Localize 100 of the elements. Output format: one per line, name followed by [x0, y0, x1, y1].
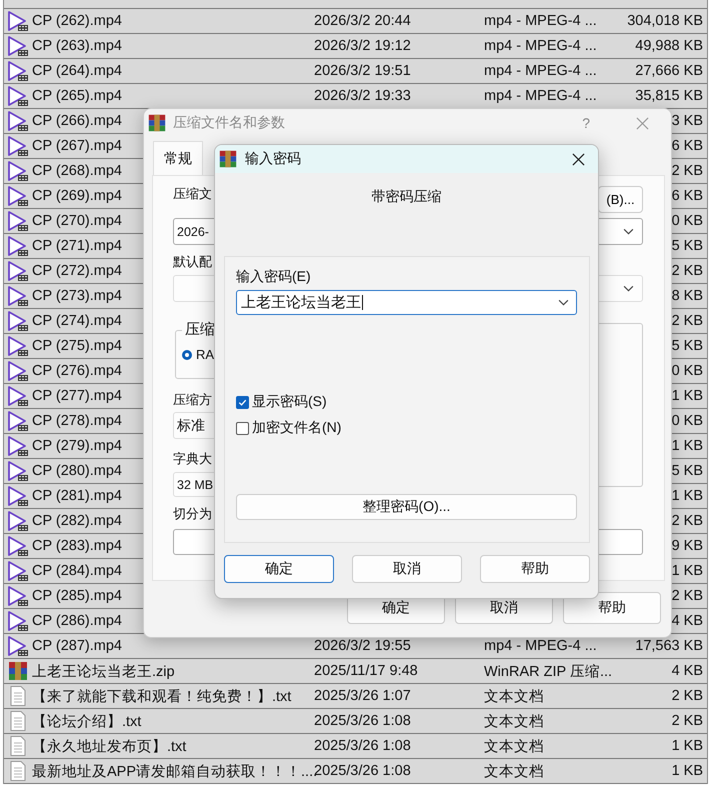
- dialog-button[interactable]: 确定: [224, 555, 334, 583]
- file-date: 2025/3/26 1:07: [314, 688, 411, 704]
- organize-passwords-button[interactable]: 整理密码(O)...: [236, 494, 577, 520]
- file-size: 6 KB: [672, 188, 703, 204]
- video-file-icon: [7, 460, 29, 482]
- file-size: 8 KB: [672, 288, 703, 304]
- file-name: CP (277).mp4: [32, 388, 122, 404]
- dialog-button[interactable]: 取消: [352, 555, 462, 583]
- file-size: 0 KB: [672, 363, 703, 379]
- video-file-icon: [7, 160, 29, 182]
- video-file-icon: [7, 10, 29, 32]
- dialog-heading: 带密码压缩: [372, 188, 442, 206]
- field-label: 压缩方: [173, 391, 212, 409]
- window-title: 压缩文件名和参数: [173, 114, 285, 132]
- tab[interactable]: 常规: [153, 141, 203, 175]
- file-size: 0 KB: [672, 413, 703, 429]
- file-name: CP (278).mp4: [32, 413, 122, 429]
- radio-label: RA: [196, 347, 214, 362]
- file-size: 27,666 KB: [635, 63, 703, 79]
- file-name: CP (281).mp4: [32, 488, 122, 504]
- archive-books-icon: [218, 149, 238, 169]
- video-file-icon: [7, 410, 29, 432]
- file-size: 2 KB: [672, 313, 703, 329]
- file-size: 1 KB: [672, 738, 703, 754]
- video-file-icon: [7, 285, 29, 307]
- checkbox-label: 显示密码(S): [252, 393, 327, 411]
- file-type: 文本文档: [484, 688, 544, 706]
- file-name: CP (265).mp4: [32, 88, 122, 104]
- file-name: CP (263).mp4: [32, 38, 122, 54]
- file-size: 2 KB: [672, 688, 703, 704]
- file-size: 5 KB: [672, 463, 703, 479]
- checkbox[interactable]: [236, 396, 249, 408]
- video-file-icon: [7, 185, 29, 207]
- archive-books-icon: [7, 660, 29, 682]
- video-file-icon: [7, 535, 29, 557]
- archive-books-icon: [147, 113, 167, 133]
- video-file-icon: [7, 260, 29, 282]
- file-name: CP (273).mp4: [32, 288, 122, 304]
- file-name: CP (274).mp4: [32, 313, 122, 329]
- video-file-icon: [7, 360, 29, 382]
- dialog-button[interactable]: 帮助: [563, 592, 661, 624]
- file-size: 1 KB: [672, 563, 703, 579]
- file-name: CP (267).mp4: [32, 138, 122, 154]
- file-size: 3 KB: [672, 113, 703, 129]
- file-size: 9 KB: [672, 538, 703, 554]
- file-size: 5 KB: [672, 238, 703, 254]
- file-size: 35,815 KB: [635, 88, 703, 104]
- file-size: 1 KB: [672, 763, 703, 779]
- file-name: CP (266).mp4: [32, 113, 122, 129]
- file-size: 6 KB: [672, 138, 703, 154]
- file-date: 2026/3/2 19:33: [314, 88, 411, 104]
- video-file-icon: [7, 560, 29, 582]
- video-file-icon: [7, 485, 29, 507]
- file-name: CP (269).mp4: [32, 188, 122, 204]
- field-value: 2026-: [177, 224, 209, 238]
- dialog-button[interactable]: 帮助: [480, 555, 590, 583]
- video-file-icon: [7, 110, 29, 132]
- radio-button[interactable]: [182, 350, 192, 360]
- file-name: CP (275).mp4: [32, 338, 122, 354]
- video-file-icon: [7, 85, 29, 107]
- file-size: 4 KB: [672, 613, 703, 629]
- file-name: CP (284).mp4: [32, 563, 122, 579]
- file-name: CP (286).mp4: [32, 613, 122, 629]
- file-size: 4 KB: [672, 663, 703, 679]
- file-date: 2025/11/17 9:48: [314, 663, 418, 679]
- file-name: CP (276).mp4: [32, 363, 122, 379]
- file-name: CP (264).mp4: [32, 63, 122, 79]
- file-name: CP (287).mp4: [32, 638, 122, 654]
- file-type: mp4 - MPEG-4 ...: [484, 13, 597, 29]
- file-name: 【来了就能下载和观看！纯免费！】.txt: [32, 688, 292, 706]
- file-type: 文本文档: [484, 712, 544, 730]
- file-name: CP (268).mp4: [32, 163, 122, 179]
- file-date: 2025/3/26 1:08: [314, 713, 411, 729]
- file-name: CP (262).mp4: [32, 13, 122, 29]
- video-file-icon: [7, 235, 29, 257]
- file-type: mp4 - MPEG-4 ...: [484, 63, 597, 79]
- file-date: 2025/3/26 1:08: [314, 738, 411, 754]
- file-type: mp4 - MPEG-4 ...: [484, 638, 597, 654]
- file-name: CP (270).mp4: [32, 213, 122, 229]
- video-file-icon: [7, 585, 29, 607]
- video-file-icon: [7, 210, 29, 232]
- file-size: 17,563 KB: [635, 638, 703, 654]
- file-name: CP (282).mp4: [32, 513, 122, 529]
- browse-button[interactable]: (B)...: [598, 186, 643, 212]
- file-size: 304,018 KB: [627, 13, 703, 29]
- file-type: WinRAR ZIP 压缩...: [484, 662, 612, 680]
- file-name: CP (285).mp4: [32, 588, 122, 604]
- file-date: 2026/3/2 20:44: [314, 13, 411, 29]
- file-size: 2 KB: [672, 263, 703, 279]
- file-name: 【论坛介绍】.txt: [32, 712, 142, 730]
- password-field[interactable]: 上老王论坛当老王: [236, 290, 577, 315]
- close-icon[interactable]: [572, 152, 585, 166]
- file-size: 1 KB: [672, 438, 703, 454]
- checkbox[interactable]: [236, 422, 249, 434]
- chevron-down-icon: [623, 285, 634, 292]
- file-name: 【永久地址发布页】.txt: [32, 738, 186, 756]
- chevron-down-icon: [623, 228, 634, 235]
- file-name: 上老王论坛当老王.zip: [32, 662, 175, 680]
- file-size: 2 KB: [672, 513, 703, 529]
- field-label: 字典大: [173, 450, 212, 468]
